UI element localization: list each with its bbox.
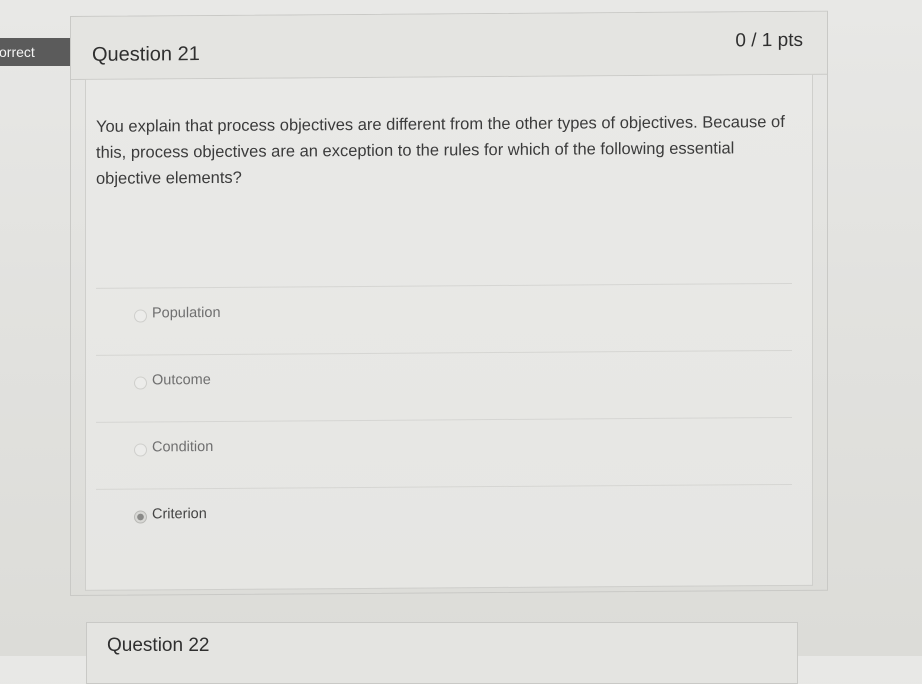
answer-option-condition[interactable]: Condition	[96, 416, 792, 489]
quiz-results-page: correct Question 21 0 / 1 pts You explai…	[0, 0, 922, 684]
answer-label: Population	[152, 304, 221, 322]
radio-selected-icon[interactable]	[134, 510, 147, 524]
radio-unselected-icon[interactable]	[134, 443, 147, 457]
question-title: Question 21	[92, 43, 200, 66]
answer-label: Criterion	[152, 506, 207, 523]
question-card: Question 21 0 / 1 pts You explain that p…	[70, 10, 828, 597]
answer-label: Condition	[152, 438, 214, 456]
question-body: You explain that process objectives are …	[85, 74, 813, 591]
answer-option-criterion[interactable]: Criterion	[96, 483, 792, 556]
question-points: 0 / 1 pts	[735, 29, 803, 52]
answer-list: Population Outcome Condition Criterion	[96, 282, 792, 556]
question-header: Question 21 0 / 1 pts	[71, 11, 827, 80]
next-question-title: Question 22	[107, 635, 210, 656]
incorrect-banner-label: correct	[0, 44, 35, 60]
radio-unselected-icon[interactable]	[134, 309, 147, 323]
radio-unselected-icon[interactable]	[134, 376, 147, 390]
answer-label: Outcome	[152, 372, 211, 389]
answer-option-population[interactable]: Population	[96, 282, 792, 355]
next-question-card: Question 22	[86, 622, 798, 684]
question-text: You explain that process objectives are …	[96, 113, 785, 188]
answer-option-outcome[interactable]: Outcome	[96, 349, 792, 422]
